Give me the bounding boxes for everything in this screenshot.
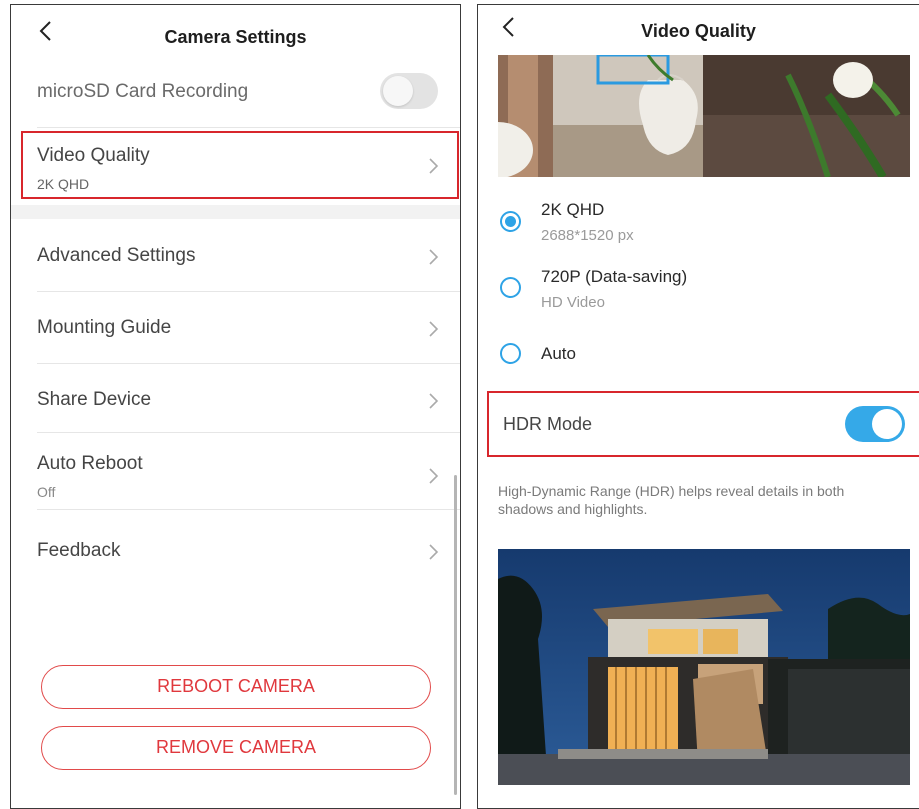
toggle-knob [383,76,413,106]
chevron-right-icon [429,393,439,409]
microsd-recording-label: microSD Card Recording [37,81,249,102]
option-2k-qhd-subtitle: 2688*1520 px [541,227,634,244]
scrollbar[interactable] [454,475,457,795]
mounting-guide-row[interactable]: Mounting Guide [11,292,460,363]
chevron-right-icon [429,249,439,265]
hdr-sample-house-image [498,549,910,785]
video-quality-highlight-box [21,131,459,199]
mounting-guide-label: Mounting Guide [37,317,172,338]
share-device-label: Share Device [37,389,152,410]
chevron-right-icon [429,544,439,560]
auto-reboot-value: Off [37,484,56,500]
option-auto-title: Auto [541,344,576,363]
reboot-camera-button[interactable]: REBOOT CAMERA [41,665,431,709]
chevron-right-icon [429,321,439,337]
advanced-settings-row[interactable]: Advanced Settings [11,221,460,291]
radio-auto[interactable] [500,343,521,364]
section-separator [11,205,460,219]
page-title: Video Quality [641,21,756,41]
radio-2k-qhd[interactable] [500,211,521,232]
feedback-row[interactable]: Feedback [11,510,460,586]
auto-reboot-label: Auto Reboot [37,453,143,474]
advanced-settings-label: Advanced Settings [37,245,196,266]
option-2k-qhd-title: 2K QHD [541,200,605,219]
feedback-label: Feedback [37,540,121,561]
chevron-right-icon [429,468,439,484]
radio-720p[interactable] [500,277,521,298]
auto-reboot-row[interactable]: Auto Reboot Off [11,433,460,509]
camera-settings-screen: Camera Settings microSD Card Recording V… [10,4,461,809]
hdr-mode-highlight-box [487,391,919,457]
video-quality-screen: Video Quality 2K QHD 2688*1520 px 720P (… [477,4,919,809]
option-720p-subtitle: HD Video [541,294,605,311]
divider [37,127,460,128]
remove-camera-button[interactable]: REMOVE CAMERA [41,726,431,770]
page-title: Camera Settings [164,27,307,47]
option-720p-title: 720P (Data-saving) [541,267,688,286]
share-device-row[interactable]: Share Device [11,364,460,432]
microsd-recording-toggle[interactable] [380,73,438,109]
hdr-description: High-Dynamic Range (HDR) helps reveal de… [498,483,845,517]
vase-preview-image [498,55,910,177]
